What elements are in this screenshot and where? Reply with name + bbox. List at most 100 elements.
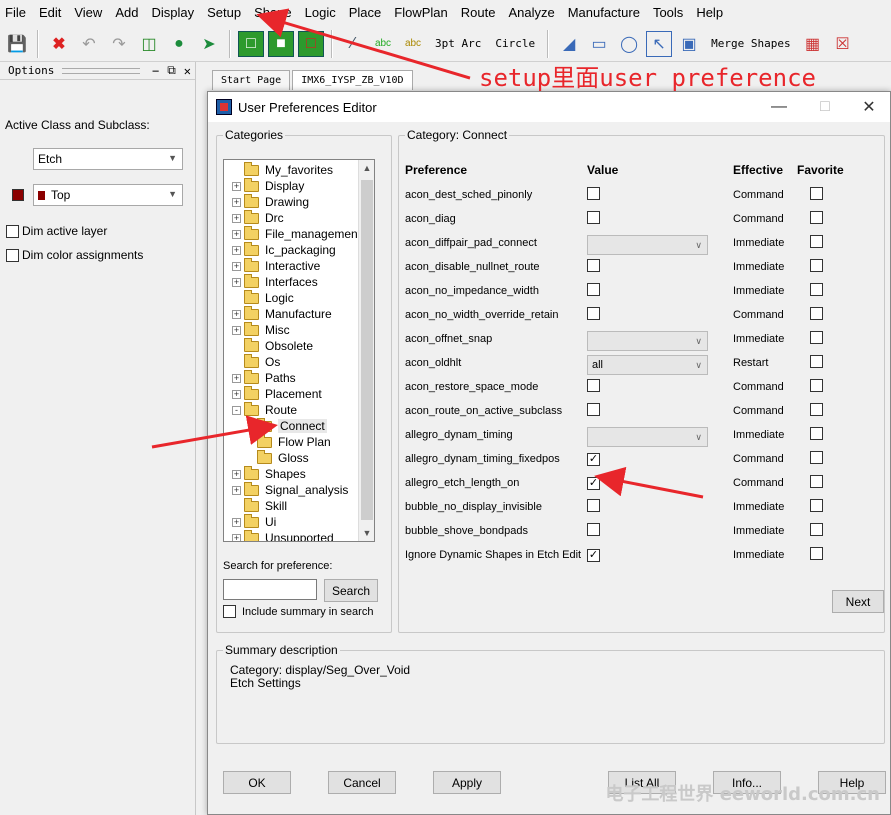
expand-icon[interactable]: + (232, 469, 241, 479)
tree-item-drc[interactable]: + Drc (232, 209, 284, 226)
class-select[interactable]: Etch ▼ (33, 148, 183, 170)
favorite-checkbox[interactable] (810, 211, 823, 224)
pin-icon[interactable]: ➤ (196, 31, 222, 57)
search-input[interactable] (223, 579, 317, 600)
tree-item-connect[interactable]: Connect (250, 417, 327, 434)
favorite-checkbox[interactable] (810, 259, 823, 272)
menu-view[interactable]: View (69, 0, 110, 26)
pref-value-checkbox[interactable] (587, 259, 600, 272)
etch-icon[interactable]: □ (238, 30, 264, 57)
redo-icon[interactable]: ↷ (106, 31, 132, 57)
merge-shapes-button[interactable]: Merge Shapes (706, 37, 795, 50)
pref-value-checkbox[interactable]: ✓ (587, 477, 600, 490)
maximize-icon[interactable]: □ (802, 92, 848, 122)
apply-button[interactable]: Apply (433, 771, 501, 794)
pref-value-checkbox[interactable] (587, 523, 600, 536)
tree-item-misc[interactable]: + Misc (232, 321, 290, 338)
pref-value-checkbox[interactable]: ✓ (587, 549, 600, 562)
menu-display[interactable]: Display (146, 0, 202, 26)
favorite-checkbox[interactable] (810, 187, 823, 200)
pref-value-checkbox[interactable] (587, 307, 600, 320)
menu-setup[interactable]: Setup (202, 0, 249, 26)
menu-manufacture[interactable]: Manufacture (563, 0, 648, 26)
void-icon[interactable]: ▣ (676, 31, 702, 57)
3pt-arc-button[interactable]: 3pt Arc (430, 37, 486, 50)
rectangle-icon[interactable]: ▭ (586, 31, 612, 57)
pref-value-checkbox[interactable] (587, 187, 600, 200)
expand-icon[interactable]: + (232, 213, 241, 223)
tree-item-route[interactable]: - Route (232, 401, 297, 418)
expand-icon[interactable]: + (232, 373, 241, 383)
shape-lock-icon[interactable]: ■ (268, 30, 294, 57)
tab-start-page[interactable]: Start Page (212, 70, 291, 90)
favorite-checkbox[interactable] (810, 403, 823, 416)
menu-logic[interactable]: Logic (300, 0, 344, 26)
options-grip[interactable] (62, 67, 140, 74)
favorite-checkbox[interactable] (810, 547, 823, 560)
close-shape-icon[interactable]: ☒ (830, 31, 856, 57)
favorite-checkbox[interactable] (810, 451, 823, 464)
dim-color-assignments-checkbox[interactable] (6, 248, 19, 262)
circle-button[interactable]: Circle (490, 37, 540, 50)
swap-icon[interactable]: ◫ (136, 31, 162, 57)
menu-route[interactable]: Route (456, 0, 504, 26)
chevron-down-icon[interactable]: ▼ (359, 525, 374, 541)
pref-value-checkbox[interactable] (587, 283, 600, 296)
ok-button[interactable]: OK (223, 771, 291, 794)
tree-item-unsupported[interactable]: + Unsupported (232, 529, 334, 541)
tree-item-placement[interactable]: + Placement (232, 385, 322, 402)
undo-icon[interactable]: ↶ (76, 31, 102, 57)
include-summary-option[interactable]: Include summary in search (223, 605, 373, 618)
delete-icon[interactable]: ✖ (46, 31, 72, 57)
dim-active-layer-checkbox[interactable] (6, 224, 19, 238)
menu-file[interactable]: File (0, 0, 34, 26)
pref-value-checkbox[interactable] (587, 211, 600, 224)
expand-icon[interactable]: + (232, 181, 241, 191)
tree-item-interfaces[interactable]: + Interfaces (232, 273, 318, 290)
subclass-select[interactable]: Top ▼ (33, 184, 183, 206)
category-tree[interactable]: + Unsupported + Ui Skill + Signal_analysis + Sha… (223, 159, 375, 542)
expand-icon[interactable]: + (232, 517, 241, 527)
favorite-checkbox[interactable] (810, 331, 823, 344)
tree-item-flow-plan[interactable]: Flow Plan (250, 433, 331, 450)
tree-item-gloss[interactable]: Gloss (250, 449, 309, 466)
pref-value-select[interactable]: all ∨ (587, 355, 708, 375)
tree-item-obsolete[interactable]: Obsolete (232, 337, 313, 354)
expand-icon[interactable]: + (232, 261, 241, 271)
search-button[interactable]: Search (324, 579, 378, 602)
menu-edit[interactable]: Edit (34, 0, 69, 26)
tree-item-ui[interactable]: + Ui (232, 513, 276, 530)
tree-item-file-management[interactable]: + File_management (232, 225, 361, 242)
minimize-icon[interactable]: − (148, 64, 163, 78)
cancel-button[interactable]: Cancel (328, 771, 396, 794)
tree-item-interactive[interactable]: + Interactive (232, 257, 320, 274)
tree-item-logic[interactable]: Logic (232, 289, 294, 306)
menu-analyze[interactable]: Analyze (503, 0, 562, 26)
chevron-up-icon[interactable]: ▲ (359, 160, 374, 176)
tab-design[interactable]: IMX6_IYSP_ZB_V10D (292, 70, 413, 90)
favorite-checkbox[interactable] (810, 475, 823, 488)
tree-item-display[interactable]: + Display (232, 177, 304, 194)
tree-item-manufacture[interactable]: + Manufacture (232, 305, 332, 322)
favorite-checkbox[interactable] (810, 379, 823, 392)
pref-value-checkbox[interactable]: ✓ (587, 453, 600, 466)
pref-value-checkbox[interactable] (587, 499, 600, 512)
float-icon[interactable]: ⧉ (163, 63, 180, 78)
select-shape-icon[interactable]: ↖ (646, 30, 673, 57)
menu-tools[interactable]: Tools (648, 0, 691, 26)
include-summary-checkbox[interactable] (223, 605, 236, 618)
close-icon[interactable]: ✕ (846, 92, 891, 122)
add-text-icon[interactable]: abc (370, 31, 396, 57)
menu-add[interactable]: Add (110, 0, 146, 26)
expand-icon[interactable]: + (232, 197, 241, 207)
save-icon[interactable]: 💾 (4, 31, 30, 57)
tree-item-shapes[interactable]: + Shapes (232, 465, 306, 482)
minimize-icon[interactable]: — (756, 92, 802, 122)
favorite-checkbox[interactable] (810, 499, 823, 512)
tree-item-my-favorites[interactable]: My_favorites (232, 161, 333, 178)
add-line-icon[interactable]: ∕ (340, 31, 366, 57)
menu-shape[interactable]: Shape (249, 0, 300, 26)
delete-shape-icon[interactable]: ▦ (800, 31, 826, 57)
tree-item-paths[interactable]: + Paths (232, 369, 296, 386)
dim-color-assignments-option[interactable]: Dim color assignments (6, 248, 143, 262)
